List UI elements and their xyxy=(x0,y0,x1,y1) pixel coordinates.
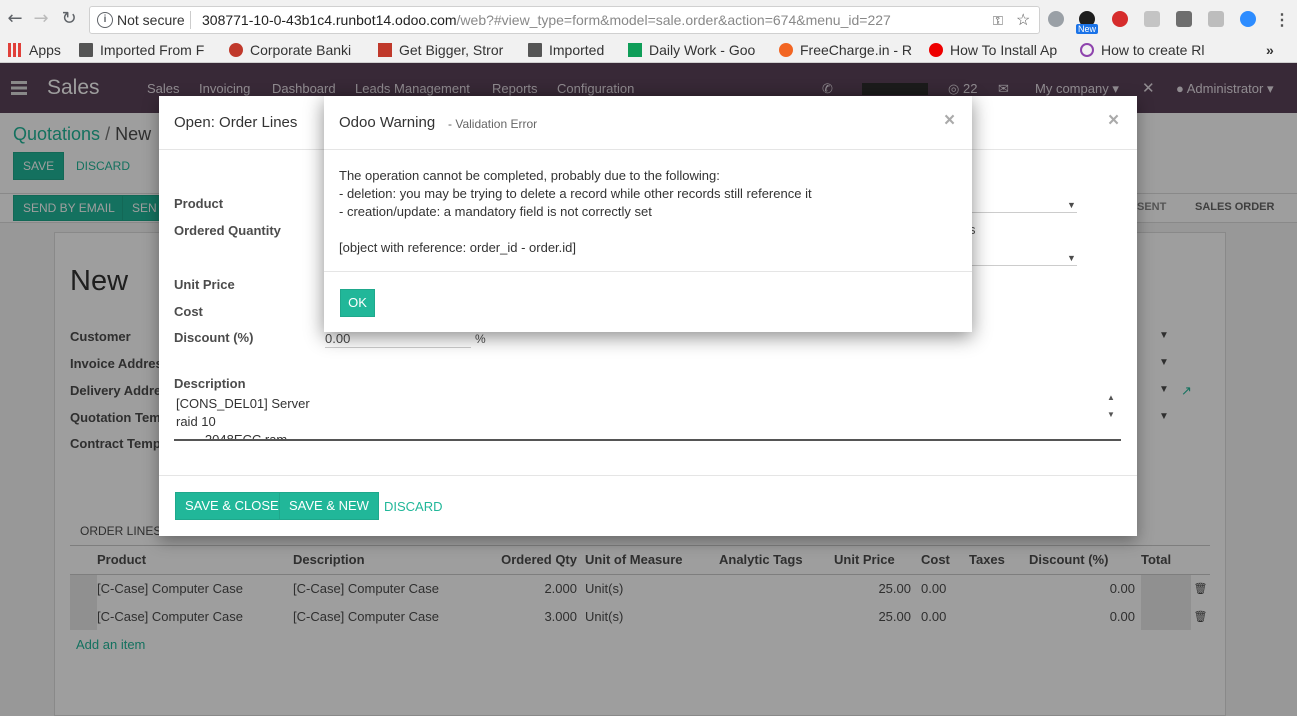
warning-line: - deletion: you may be trying to delete … xyxy=(339,186,812,201)
description-line: [CONS_DEL01] Server xyxy=(176,396,310,411)
folder-icon xyxy=(528,43,542,57)
bookmark-label: Corporate Banki xyxy=(250,42,352,58)
warning-reference: [object with reference: order_id - order… xyxy=(339,240,577,255)
description-line: raid 10 xyxy=(176,414,216,429)
bank-icon xyxy=(229,43,243,57)
save-new-button[interactable]: SAVE & NEW xyxy=(279,492,379,520)
warning-line: The operation cannot be completed, proba… xyxy=(339,168,720,183)
percent-label: % xyxy=(475,332,486,346)
warning-dialog: Odoo Warning - Validation Error × The op… xyxy=(324,96,972,332)
forward-icon[interactable]: → xyxy=(30,8,52,30)
dropdown-icon[interactable]: ▼ xyxy=(1067,253,1076,263)
warning-subtitle: - Validation Error xyxy=(448,117,538,131)
browser-toolbar: ← → ↻ i Not secure 308771-10-0-43b1c4.ru… xyxy=(0,0,1297,38)
description-textarea[interactable]: [CONS_DEL01] Server raid 10 2048ECC ram ▲… xyxy=(174,393,1121,441)
bookmark-label: Imported xyxy=(549,42,605,58)
apps-grid-icon xyxy=(8,43,22,57)
sheets-icon xyxy=(628,43,642,57)
security-label: Not secure xyxy=(117,12,185,28)
scroll-down-icon[interactable]: ▼ xyxy=(1107,410,1115,419)
bookmark-item[interactable]: Imported From F xyxy=(79,41,204,59)
dropdown-icon[interactable]: ▼ xyxy=(1067,200,1076,210)
bookmark-label: Daily Work - Goo xyxy=(649,42,756,58)
bookmark-item[interactable]: FreeCharge.in - R xyxy=(779,41,912,59)
warning-body: The operation cannot be completed, proba… xyxy=(339,167,812,257)
youtube-icon xyxy=(929,43,943,57)
label-cost: Cost xyxy=(174,304,203,319)
scroll-up-icon[interactable]: ▲ xyxy=(1107,393,1115,402)
bookmarks-bar: Apps Imported From F Corporate Banki Get… xyxy=(0,38,1297,63)
extension-icon[interactable] xyxy=(1176,11,1192,27)
bookmark-item[interactable]: How To Install Ap xyxy=(929,41,1057,59)
circle-icon xyxy=(1080,43,1094,57)
new-badge: New xyxy=(1076,24,1099,34)
description-text: [CONS_DEL01] Server raid 10 2048ECC ram xyxy=(176,395,310,441)
bookmarks-overflow[interactable]: » xyxy=(1266,41,1274,59)
address-bar[interactable]: i Not secure 308771-10-0-43b1c4.runbot14… xyxy=(89,6,1040,34)
warning-title: Odoo Warning xyxy=(339,114,436,131)
url-host: 308771-10-0-43b1c4.runbot14.odoo.com xyxy=(202,12,457,28)
divider xyxy=(159,475,1137,476)
bookmark-label: How to create Rl xyxy=(1101,42,1205,58)
bookmark-label: How To Install Ap xyxy=(950,42,1058,58)
divider xyxy=(190,11,191,29)
bookmark-label: Get Bigger, Stror xyxy=(399,42,504,58)
url-text[interactable]: 308771-10-0-43b1c4.runbot14.odoo.com/web… xyxy=(202,12,891,28)
s-logo-icon xyxy=(378,43,392,57)
product-field-tail[interactable] xyxy=(972,191,1077,213)
label-description: Description xyxy=(174,376,246,391)
divider xyxy=(324,271,972,272)
extension-icon[interactable] xyxy=(1144,11,1160,27)
bookmark-label: Imported From F xyxy=(100,42,205,58)
key-icon[interactable]: ⚿ xyxy=(993,13,1003,29)
warning-header: Odoo Warning - Validation Error × xyxy=(324,96,972,150)
extension-icon[interactable] xyxy=(1208,11,1224,27)
info-icon[interactable]: i xyxy=(97,12,113,28)
menu-icon[interactable]: ⋮ xyxy=(1274,10,1290,30)
bookmark-item[interactable]: Imported xyxy=(528,41,604,59)
discard-button[interactable]: DISCARD xyxy=(384,499,443,514)
bookmark-item[interactable]: How to create Rl xyxy=(1080,41,1204,59)
bookmark-label: FreeCharge.in - R xyxy=(800,42,913,58)
url-path: /web?#view_type=form&model=sale.order&ac… xyxy=(456,12,891,28)
star-icon[interactable]: ☆ xyxy=(1016,10,1030,30)
label-unit-price: Unit Price xyxy=(174,277,235,292)
warning-line: - creation/update: a mandatory field is … xyxy=(339,204,652,219)
back-icon[interactable]: ← xyxy=(4,8,26,30)
label-product: Product xyxy=(174,196,224,211)
close-icon[interactable]: × xyxy=(944,110,955,132)
dialog-title: Open: Order Lines xyxy=(174,114,298,131)
description-line: 2048ECC ram xyxy=(176,432,288,441)
bookmark-apps[interactable]: Apps xyxy=(8,41,61,59)
extension-icon[interactable] xyxy=(1048,11,1064,27)
bookmark-item[interactable]: Daily Work - Goo xyxy=(628,41,755,59)
label-ordered-quantity: Ordered Quantity xyxy=(174,223,281,238)
bookmark-label: Apps xyxy=(29,42,61,58)
right-field-input[interactable] xyxy=(972,244,1077,266)
zoom-icon[interactable] xyxy=(1240,11,1256,27)
folder-icon xyxy=(79,43,93,57)
opera-icon[interactable] xyxy=(1112,11,1128,27)
freecharge-icon xyxy=(779,43,793,57)
save-close-button[interactable]: SAVE & CLOSE xyxy=(175,492,289,520)
ok-button[interactable]: OK xyxy=(340,289,375,317)
label-discount: Discount (%) xyxy=(174,330,254,345)
close-icon[interactable]: × xyxy=(1108,110,1119,132)
bookmark-item[interactable]: Corporate Banki xyxy=(229,41,351,59)
reload-icon[interactable]: ↻ xyxy=(58,8,80,30)
bookmark-item[interactable]: Get Bigger, Stror xyxy=(378,41,503,59)
